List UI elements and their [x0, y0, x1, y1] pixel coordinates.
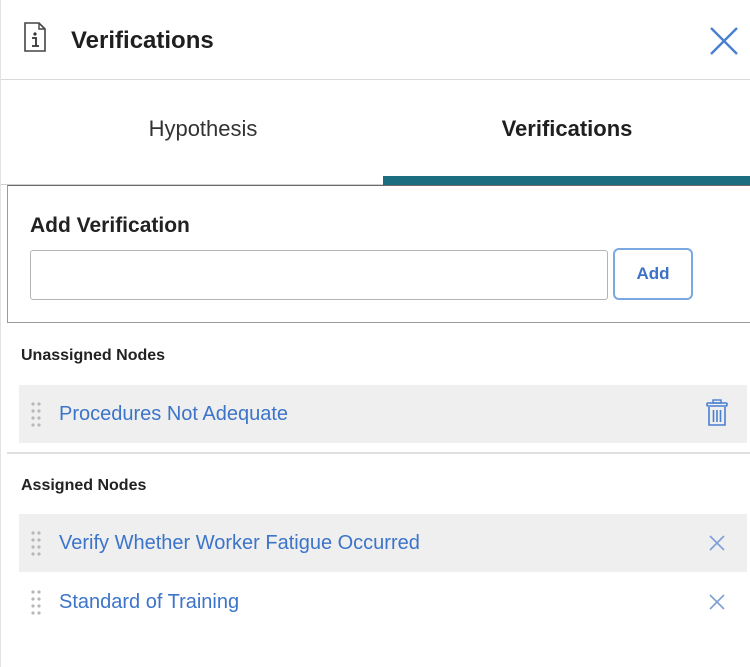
remove-icon[interactable]	[705, 529, 729, 557]
panel-title: Verifications	[71, 27, 214, 54]
drag-handle-icon[interactable]	[29, 400, 43, 428]
document-info-icon	[24, 22, 46, 52]
node-label[interactable]: Procedures Not Adequate	[59, 403, 288, 426]
active-tab-indicator	[383, 176, 750, 185]
add-verification-section: Add Verification Add	[7, 185, 750, 323]
add-verification-label: Add Verification	[30, 214, 190, 237]
verification-input[interactable]	[30, 250, 608, 300]
tab-hypothesis[interactable]: Hypothesis	[23, 81, 383, 185]
assigned-node-row[interactable]: Verify Whether Worker Fatigue Occurred	[19, 514, 747, 572]
tab-hypothesis-label: Hypothesis	[148, 116, 258, 141]
unassigned-node-row[interactable]: Procedures Not Adequate	[19, 385, 747, 443]
drag-handle-icon[interactable]	[29, 529, 43, 557]
section-divider	[7, 452, 750, 454]
trash-icon[interactable]	[705, 399, 729, 427]
add-button[interactable]: Add	[613, 248, 693, 300]
assigned-node-row[interactable]: Standard of Training	[19, 573, 747, 631]
tab-bar: Hypothesis Verifications	[1, 81, 750, 185]
tab-verifications-label: Verifications	[501, 116, 633, 141]
panel-header: Verifications	[1, 0, 750, 80]
remove-icon[interactable]	[705, 588, 729, 616]
node-label[interactable]: Verify Whether Worker Fatigue Occurred	[59, 532, 420, 555]
drag-handle-icon[interactable]	[29, 588, 43, 616]
assigned-nodes-label: Assigned Nodes	[21, 477, 147, 494]
close-icon[interactable]	[707, 24, 741, 58]
unassigned-nodes-label: Unassigned Nodes	[21, 347, 166, 364]
tab-verifications[interactable]: Verifications	[383, 81, 750, 185]
verifications-panel: Verifications Hypothesis Verifications A…	[0, 0, 750, 667]
node-label[interactable]: Standard of Training	[59, 591, 239, 614]
